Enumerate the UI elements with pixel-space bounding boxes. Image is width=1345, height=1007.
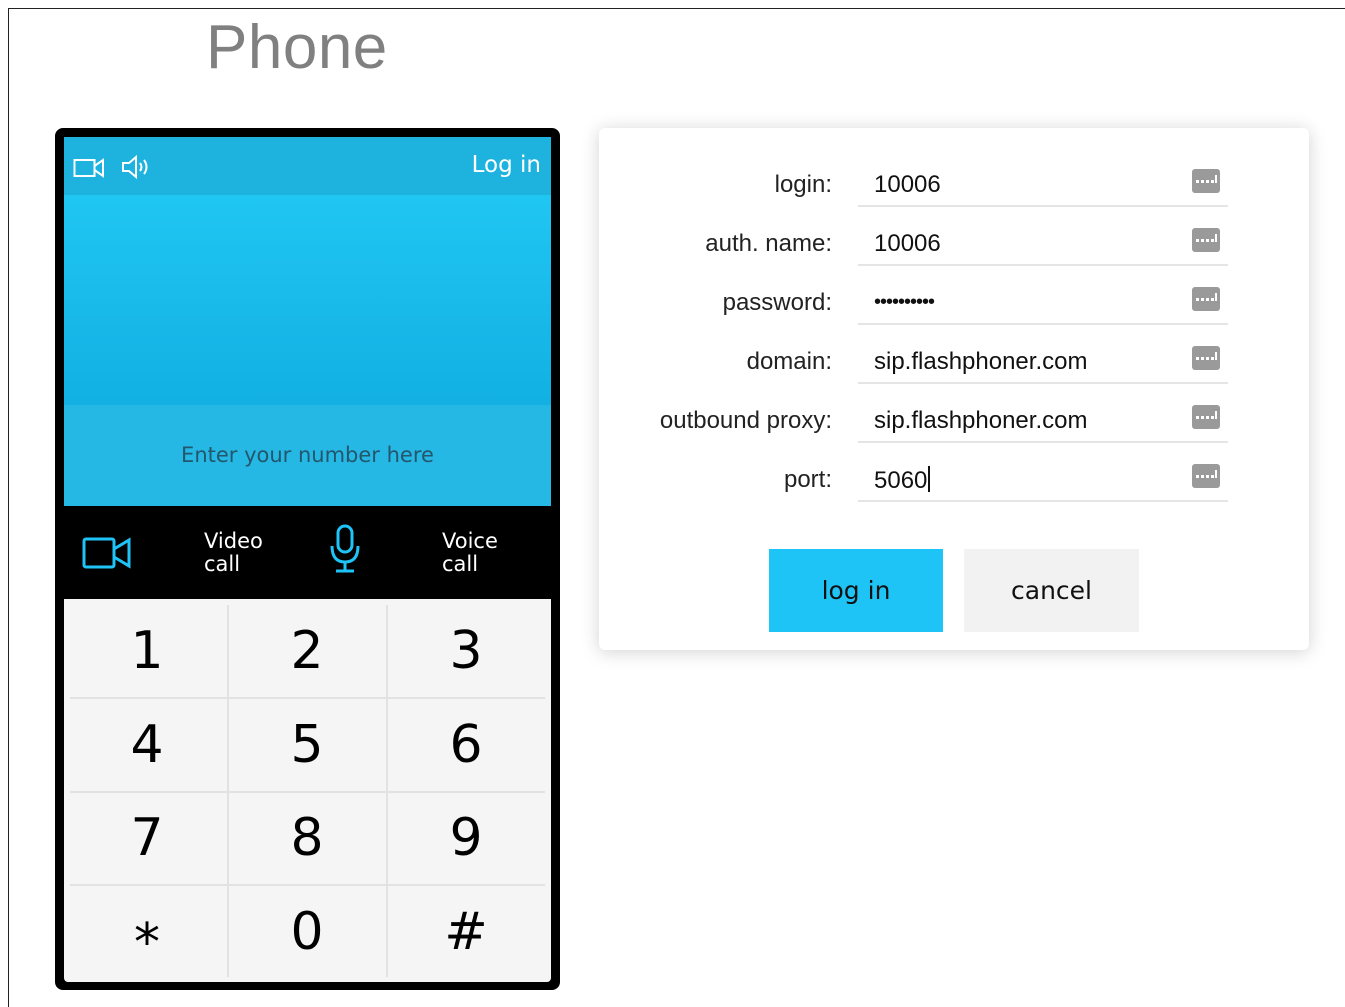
login-field[interactable]: 10006 <box>858 167 1228 207</box>
key-7[interactable]: 7 <box>68 791 226 884</box>
frame-top-border <box>8 8 1345 9</box>
login-button[interactable]: log in <box>769 549 943 632</box>
dial-keypad: 1 2 3 4 5 6 7 8 9 * 0 # <box>64 599 551 982</box>
video-call-icon[interactable] <box>82 536 132 570</box>
password-row: password: •••••••••• <box>599 277 1309 335</box>
auth-name-row: auth. name: 10006 <box>599 218 1309 276</box>
cancel-button[interactable]: cancel <box>964 549 1139 632</box>
login-link[interactable]: Log in <box>472 152 541 178</box>
text-caret <box>928 466 931 492</box>
port-value[interactable]: 5060 <box>874 467 927 494</box>
speaker-icon[interactable] <box>120 153 152 181</box>
key-0[interactable]: 0 <box>228 885 386 978</box>
port-value-wrap[interactable]: 5060 <box>874 466 931 495</box>
phone-widget: Log in Enter your number here Video call… <box>55 128 560 990</box>
outbound-proxy-label: outbound proxy: <box>659 407 832 434</box>
password-label: password: <box>722 289 832 316</box>
key-3[interactable]: 3 <box>387 604 545 697</box>
key-9[interactable]: 9 <box>387 791 545 884</box>
microphone-icon[interactable] <box>328 524 362 574</box>
domain-field[interactable]: sip.flashphoner.com <box>858 344 1228 384</box>
key-8[interactable]: 8 <box>228 791 386 884</box>
frame-left-border <box>8 8 9 1007</box>
keyboard-icon[interactable] <box>1192 287 1220 311</box>
password-value[interactable]: •••••••••• <box>874 291 935 314</box>
auth-name-value[interactable]: 10006 <box>874 230 941 258</box>
outbound-proxy-row: outbound proxy: sip.flashphoner.com <box>599 395 1309 453</box>
page-title: Phone <box>206 13 388 82</box>
auth-name-label: auth. name: <box>705 230 832 257</box>
voice-call-button[interactable]: Voice call <box>442 530 498 576</box>
phone-screen: Log in Enter your number here <box>64 137 551 506</box>
key-5[interactable]: 5 <box>228 698 386 791</box>
key-star[interactable]: * <box>68 889 226 982</box>
keyboard-icon[interactable] <box>1192 464 1220 488</box>
domain-value[interactable]: sip.flashphoner.com <box>874 348 1087 376</box>
camera-icon[interactable] <box>73 157 105 179</box>
login-label: login: <box>774 171 832 198</box>
voice-call-label-2: call <box>442 552 479 576</box>
port-row: port: 5060 <box>599 454 1309 512</box>
login-row: login: 10006 <box>599 159 1309 217</box>
port-label: port: <box>783 466 832 493</box>
outbound-proxy-field[interactable]: sip.flashphoner.com <box>858 403 1228 443</box>
phone-display <box>64 195 551 405</box>
key-1[interactable]: 1 <box>68 604 226 697</box>
video-call-label-1: Video <box>204 529 263 553</box>
key-2[interactable]: 2 <box>228 604 386 697</box>
keyboard-icon[interactable] <box>1192 228 1220 252</box>
key-hash[interactable]: # <box>387 885 545 978</box>
key-6[interactable]: 6 <box>387 698 545 791</box>
keyboard-icon[interactable] <box>1192 346 1220 370</box>
login-value[interactable]: 10006 <box>874 171 941 199</box>
domain-row: domain: sip.flashphoner.com <box>599 336 1309 394</box>
outbound-proxy-value[interactable]: sip.flashphoner.com <box>874 407 1087 435</box>
number-input-area[interactable]: Enter your number here <box>64 405 551 506</box>
key-4[interactable]: 4 <box>68 698 226 791</box>
video-call-label-2: call <box>204 552 241 576</box>
domain-label: domain: <box>746 348 832 375</box>
port-field[interactable]: 5060 <box>858 462 1228 502</box>
number-placeholder[interactable]: Enter your number here <box>64 443 551 467</box>
call-bar: Video call Voice call <box>64 506 551 598</box>
voice-call-label-1: Voice <box>442 529 498 553</box>
login-panel: login: 10006 auth. name: 10006 password:… <box>599 128 1309 650</box>
keyboard-icon[interactable] <box>1192 405 1220 429</box>
password-field[interactable]: •••••••••• <box>858 285 1228 325</box>
video-call-button[interactable]: Video call <box>204 530 263 576</box>
auth-name-field[interactable]: 10006 <box>858 226 1228 266</box>
phone-topbar: Log in <box>64 137 551 195</box>
keyboard-icon[interactable] <box>1192 169 1220 193</box>
